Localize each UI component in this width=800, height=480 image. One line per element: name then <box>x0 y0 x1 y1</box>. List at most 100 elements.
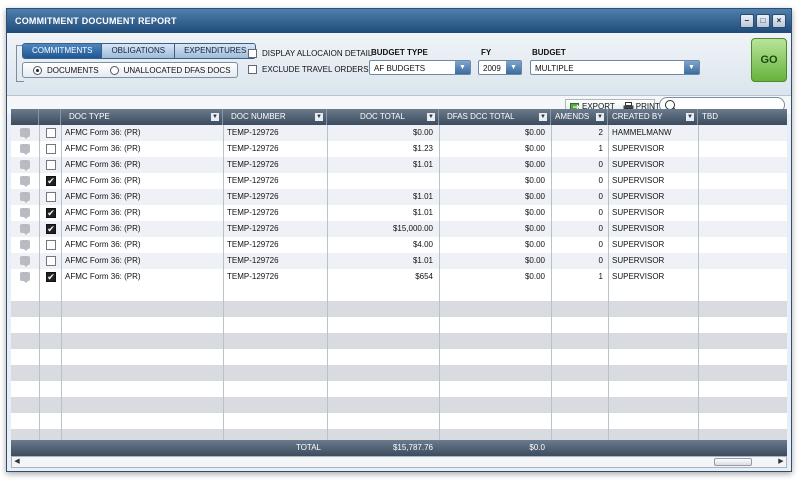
comment-icon[interactable] <box>20 144 30 155</box>
cell-created-by: SUPERVISOR <box>612 256 665 265</box>
row-checkbox[interactable] <box>46 256 56 266</box>
display-allocation-option: DISPLAY ALLOCAION DETAIL <box>248 49 372 58</box>
comment-icon[interactable] <box>20 208 30 219</box>
row-checkbox[interactable] <box>46 240 56 250</box>
table-row[interactable]: ✔ AFMC Form 36: (PR) TEMP-129726 $15,000.00… <box>11 221 787 237</box>
table-row[interactable]: AFMC Form 36: (PR) TEMP-129726 $1.01 $0.00 0… <box>11 189 787 205</box>
comment-icon[interactable] <box>20 224 30 235</box>
filter-arrow-icon[interactable]: ▼ <box>211 113 219 121</box>
budget-label: BUDGET <box>532 48 566 57</box>
cell-dfas-total: $0.00 <box>524 256 545 265</box>
tab-expenditures[interactable]: EXPENDITURES <box>175 44 256 58</box>
table-row[interactable]: AFMC Form 36: (PR) TEMP-129726 $1.01 $0.00 0… <box>11 157 787 173</box>
header-tbd[interactable]: TBD <box>698 109 787 125</box>
cell-created-by: SUPERVISOR <box>612 144 665 153</box>
unallocated-radio[interactable] <box>109 65 119 75</box>
filter-arrow-icon[interactable]: ▼ <box>596 113 604 121</box>
header-created-by[interactable]: CREATED BY ▼ <box>608 109 698 125</box>
row-checkbox[interactable] <box>46 128 56 138</box>
cell-doc-number: TEMP-129726 <box>227 224 279 233</box>
budget-select[interactable]: MULTIPLE ▼ <box>530 60 700 75</box>
cell-dfas-total: $0.00 <box>524 192 545 201</box>
comment-icon[interactable] <box>20 128 30 139</box>
comment-icon[interactable] <box>20 192 30 203</box>
horizontal-scrollbar[interactable]: ◀ ▶ <box>11 456 787 468</box>
fy-select[interactable]: 2009 ▼ <box>478 60 522 75</box>
empty-row <box>11 381 787 397</box>
go-button[interactable]: GO <box>751 38 787 82</box>
row-checkbox[interactable]: ✔ <box>46 176 56 186</box>
table-row[interactable]: AFMC Form 36: (PR) TEMP-129726 $1.01 $0.00 0… <box>11 253 787 269</box>
header-created-by-label: CREATED BY <box>612 112 663 121</box>
fy-label: FY <box>481 48 492 57</box>
cell-doc-type: AFMC Form 36: (PR) <box>65 224 141 233</box>
header-doc-number[interactable]: DOC NUMBER ▼ <box>223 109 327 125</box>
exclude-travel-checkbox[interactable] <box>248 65 257 74</box>
document-source-radio-group: DOCUMENTS UNALLOCATED DFAS DOCS <box>22 62 238 78</box>
cell-doc-total: $1.01 <box>412 208 433 217</box>
cell-doc-number: TEMP-129726 <box>227 256 279 265</box>
budget-type-label: BUDGET TYPE <box>371 48 428 57</box>
unallocated-radio-label: UNALLOCATED DFAS DOCS <box>123 65 231 75</box>
cell-doc-type: AFMC Form 36: (PR) <box>65 208 141 217</box>
comment-icon[interactable] <box>20 176 30 187</box>
cell-doc-number: TEMP-129726 <box>227 176 279 185</box>
table-row[interactable]: AFMC Form 36: (PR) TEMP-129726 $1.23 $0.00 1… <box>11 141 787 157</box>
header-doc-type[interactable]: DOC TYPE ▼ <box>61 109 223 125</box>
exclude-travel-label: EXCLUDE TRAVEL ORDERS <box>262 65 369 74</box>
filter-arrow-icon[interactable]: ▼ <box>427 113 435 121</box>
cell-doc-number: TEMP-129726 <box>227 192 279 201</box>
tab-obligations[interactable]: OBLIGATIONS <box>102 44 176 58</box>
cell-amends: 0 <box>598 256 603 265</box>
documents-radio-label: DOCUMENTS <box>47 65 99 75</box>
cell-doc-number: TEMP-129726 <box>227 160 279 169</box>
scroll-right-icon[interactable]: ▶ <box>776 457 786 467</box>
tab-commitments[interactable]: COMMITMENTS <box>23 44 103 58</box>
header-amends[interactable]: AMENDS ▼ <box>551 109 608 125</box>
filter-arrow-icon[interactable]: ▼ <box>315 113 323 121</box>
minimize-button[interactable]: – <box>740 14 754 28</box>
documents-radio[interactable] <box>33 65 42 75</box>
table-row[interactable]: AFMC Form 36: (PR) TEMP-129726 $0.00 $0.00 2… <box>11 125 787 141</box>
cell-amends: 0 <box>598 240 603 249</box>
comment-icon[interactable] <box>20 160 30 171</box>
row-checkbox[interactable] <box>46 144 56 154</box>
filter-arrow-icon[interactable]: ▼ <box>539 113 547 121</box>
cell-dfas-total: $0.00 <box>524 208 545 217</box>
cell-doc-type: AFMC Form 36: (PR) <box>65 176 141 185</box>
filter-arrow-icon[interactable]: ▼ <box>686 113 694 121</box>
row-checkbox[interactable]: ✔ <box>46 272 56 282</box>
comment-icon[interactable] <box>20 256 30 267</box>
table-row[interactable]: ✔ AFMC Form 36: (PR) TEMP-129726 $654 $0.00 1… <box>11 269 787 285</box>
cell-created-by: SUPERVISOR <box>612 208 665 217</box>
header-tbd-label: TBD <box>702 112 718 121</box>
row-checkbox[interactable]: ✔ <box>46 208 56 218</box>
report-type-tabs: COMMITMENTS OBLIGATIONS EXPENDITURES <box>22 43 257 59</box>
header-doc-total[interactable]: DOC TOTAL ▼ <box>327 109 439 125</box>
budget-type-select[interactable]: AF BUDGETS ▼ <box>369 60 471 75</box>
budget-type-value: AF BUDGETS <box>374 64 426 73</box>
empty-row <box>11 333 787 349</box>
cell-amends: 1 <box>598 272 603 281</box>
row-checkbox[interactable] <box>46 160 56 170</box>
maximize-button[interactable]: □ <box>756 14 770 28</box>
cell-created-by: SUPERVISOR <box>612 160 665 169</box>
header-doc-number-label: DOC NUMBER <box>231 112 286 121</box>
comment-icon[interactable] <box>20 272 30 283</box>
header-dfas-total[interactable]: DFAS DCC TOTAL ▼ <box>439 109 551 125</box>
table-row[interactable]: ✔ AFMC Form 36: (PR) TEMP-129726 $1.01 $0.00… <box>11 205 787 221</box>
scroll-left-icon[interactable]: ◀ <box>12 457 22 467</box>
cell-created-by: SUPERVISOR <box>612 272 665 281</box>
row-checkbox[interactable] <box>46 192 56 202</box>
title-bar: COMMITMENT DOCUMENT REPORT – □ × <box>7 9 791 33</box>
scroll-thumb[interactable] <box>714 458 752 466</box>
table-row[interactable]: ✔ AFMC Form 36: (PR) TEMP-129726 $0.00 0 SUPE… <box>11 173 787 189</box>
table-row[interactable]: AFMC Form 36: (PR) TEMP-129726 $4.00 $0.00 0… <box>11 237 787 253</box>
cell-amends: 2 <box>598 128 603 137</box>
comment-icon[interactable] <box>20 240 30 251</box>
display-allocation-checkbox[interactable] <box>248 49 257 58</box>
cell-doc-type: AFMC Form 36: (PR) <box>65 240 141 249</box>
row-checkbox[interactable]: ✔ <box>46 224 56 234</box>
close-button[interactable]: × <box>772 14 786 28</box>
window-title: COMMITMENT DOCUMENT REPORT <box>15 16 177 26</box>
